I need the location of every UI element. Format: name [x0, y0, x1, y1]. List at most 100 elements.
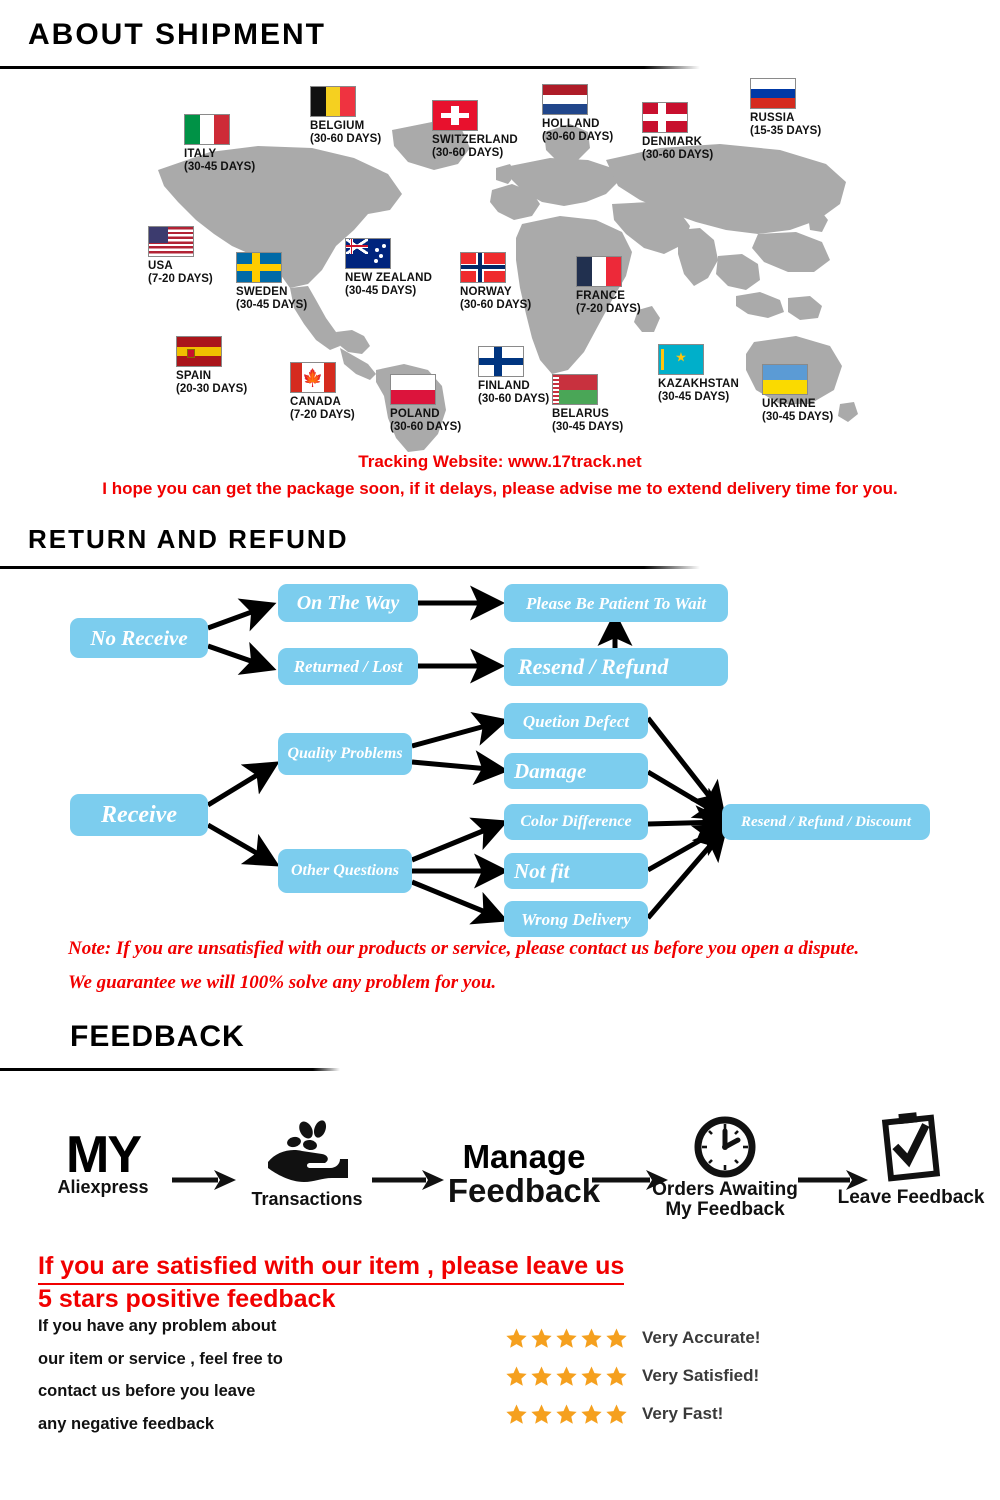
rating-row: Very Satisfied!: [505, 1363, 760, 1389]
node-not-fit: Not fit: [504, 853, 648, 889]
country-name: UKRAINE: [762, 398, 816, 410]
my-aliexpress-wordmark: MY: [66, 1126, 142, 1184]
heading-divider-feedback: [0, 1068, 340, 1071]
clock-icon: [694, 1116, 756, 1178]
flag-holland-icon: [542, 84, 588, 115]
delivery-delay-note: I hope you can get the package soon, if …: [102, 479, 898, 498]
country-finland: FINLAND (30-60 DAYS): [478, 346, 549, 405]
country-name: USA: [148, 260, 173, 272]
flag-ukraine-icon: [762, 364, 808, 395]
step-arrow-1: [172, 1170, 236, 1190]
flag-poland-icon: [390, 374, 436, 405]
country-canada: 🍁 CANADA (7-20 DAYS): [290, 362, 355, 421]
blurb-line: our item or service , feel free to: [38, 1349, 283, 1368]
flag-belarus-icon: [552, 374, 598, 405]
country-days: (7-20 DAYS): [148, 273, 213, 286]
country-days: (7-20 DAYS): [576, 303, 641, 316]
dispute-note-line-1: Note: If you are unsatisfied with our pr…: [68, 938, 860, 959]
feedback-blurb: If you have any problem about our item o…: [38, 1318, 368, 1448]
flag-italy-icon: [184, 114, 230, 145]
country-days: (30-60 DAYS): [478, 393, 550, 406]
country-days: (7-20 DAYS): [290, 409, 355, 422]
flag-usa-icon: [148, 226, 194, 257]
return-refund-heading: RETURN AND REFUND: [28, 524, 349, 554]
node-wrong-delivery: Wrong Delivery: [504, 901, 648, 937]
blurb-line: contact us before you leave: [38, 1382, 256, 1400]
rating-row: Very Accurate!: [505, 1325, 760, 1351]
star-icon: [606, 1328, 627, 1348]
node-quetion-defect: Quetion Defect: [504, 703, 648, 739]
heading-divider-return: [0, 566, 700, 569]
rating-label: Very Accurate!: [642, 1328, 761, 1347]
flag-sweden-icon: [236, 252, 282, 283]
country-name: NORWAY: [460, 286, 512, 298]
star-icon: [556, 1366, 577, 1386]
country-denmark: DENMARK (30-60 DAYS): [642, 102, 713, 161]
country-name: KAZAKHSTAN: [658, 378, 740, 390]
star-icon: [506, 1328, 527, 1348]
rating-label: Very Satisfied!: [642, 1366, 760, 1385]
country-days: (30-60 DAYS): [542, 131, 614, 144]
country-norway: NORWAY (30-60 DAYS): [460, 252, 531, 311]
step-leave-feedback: Leave Feedback: [826, 1110, 996, 1208]
star-group: [505, 1365, 628, 1388]
country-days: (30-45 DAYS): [658, 391, 730, 404]
node-receive: Receive: [70, 794, 208, 836]
tracking-website-text: Tracking Website: www.17track.net: [358, 452, 642, 471]
hand-coins-icon: [268, 1120, 348, 1182]
country-name: DENMARK: [642, 136, 703, 148]
flag-denmark-icon: [642, 102, 688, 133]
flag-finland-icon: [478, 346, 524, 377]
flag-russia-icon: [750, 78, 796, 109]
country-name: BELGIUM: [310, 120, 365, 132]
flag-new-zealand-icon: [345, 238, 391, 269]
node-resend-refund-discount: Resend / Refund / Discount: [722, 804, 930, 840]
step-caption: Transactions: [251, 1189, 363, 1209]
country-russia: RUSSIA (15-35 DAYS): [750, 78, 821, 137]
node-other-questions: Other Questions: [278, 849, 412, 893]
flag-belgium-icon: [310, 86, 356, 117]
step-transactions: Transactions: [232, 1118, 382, 1209]
country-name: SWITZERLAND: [432, 134, 518, 146]
step-caption: Leave Feedback: [837, 1187, 985, 1208]
country-name: SWEDEN: [236, 286, 288, 298]
star-icon: [581, 1404, 602, 1424]
node-no-receive: No Receive: [70, 618, 208, 658]
node-color-difference: Color Difference: [504, 804, 648, 840]
heading-divider-shipment: [0, 66, 700, 69]
feedback-heading: FEEDBACK: [70, 1020, 245, 1053]
flag-switzerland-icon: [432, 100, 478, 131]
flag-norway-icon: [460, 252, 506, 283]
country-ukraine: UKRAINE (30-45 DAYS): [762, 364, 833, 423]
country-days: (30-60 DAYS): [432, 147, 504, 160]
star-icon: [506, 1366, 527, 1386]
country-name: RUSSIA: [750, 112, 795, 124]
country-days: (30-60 DAYS): [310, 133, 382, 146]
node-on-the-way: On The Way: [278, 584, 418, 622]
step-manage-feedback: Manage Feedback: [434, 1140, 614, 1207]
node-quality-problems: Quality Problems: [278, 733, 412, 775]
country-poland: POLAND (30-60 DAYS): [390, 374, 461, 433]
country-name: FRANCE: [576, 290, 626, 302]
country-new-zealand: NEW ZEALAND (30-45 DAYS): [345, 238, 432, 297]
star-icon: [556, 1328, 577, 1348]
node-damage: Damage: [504, 753, 648, 789]
shipment-map-panel: ITALY (30-45 DAYS) BELGIUM (30-60 DAYS) …: [140, 74, 860, 454]
rating-row: Very Fast!: [505, 1401, 760, 1427]
star-icon: [606, 1366, 627, 1386]
country-usa: USA (7-20 DAYS): [148, 226, 213, 285]
country-name: POLAND: [390, 408, 440, 420]
country-italy: ITALY (30-45 DAYS): [184, 114, 255, 173]
country-days: (30-60 DAYS): [390, 421, 462, 434]
country-name: NEW ZEALAND: [345, 272, 433, 284]
ratings-block: Very Accurate! Very Satisfied! Very Fast…: [505, 1325, 760, 1439]
feedback-cta-line-1: If you are satisfied with our item , ple…: [38, 1252, 625, 1285]
flag-spain-icon: [176, 336, 222, 367]
about-shipment-heading: ABOUT SHIPMENT: [28, 18, 326, 51]
step-caption: Orders Awaiting My Feedback: [652, 1179, 798, 1220]
clipboard-check-icon: [881, 1112, 941, 1182]
node-returned-lost: Returned / Lost: [278, 648, 418, 685]
country-days: (30-60 DAYS): [460, 299, 532, 312]
country-name: HOLLAND: [542, 118, 600, 130]
flag-kazakhstan-icon: ★: [658, 344, 704, 375]
